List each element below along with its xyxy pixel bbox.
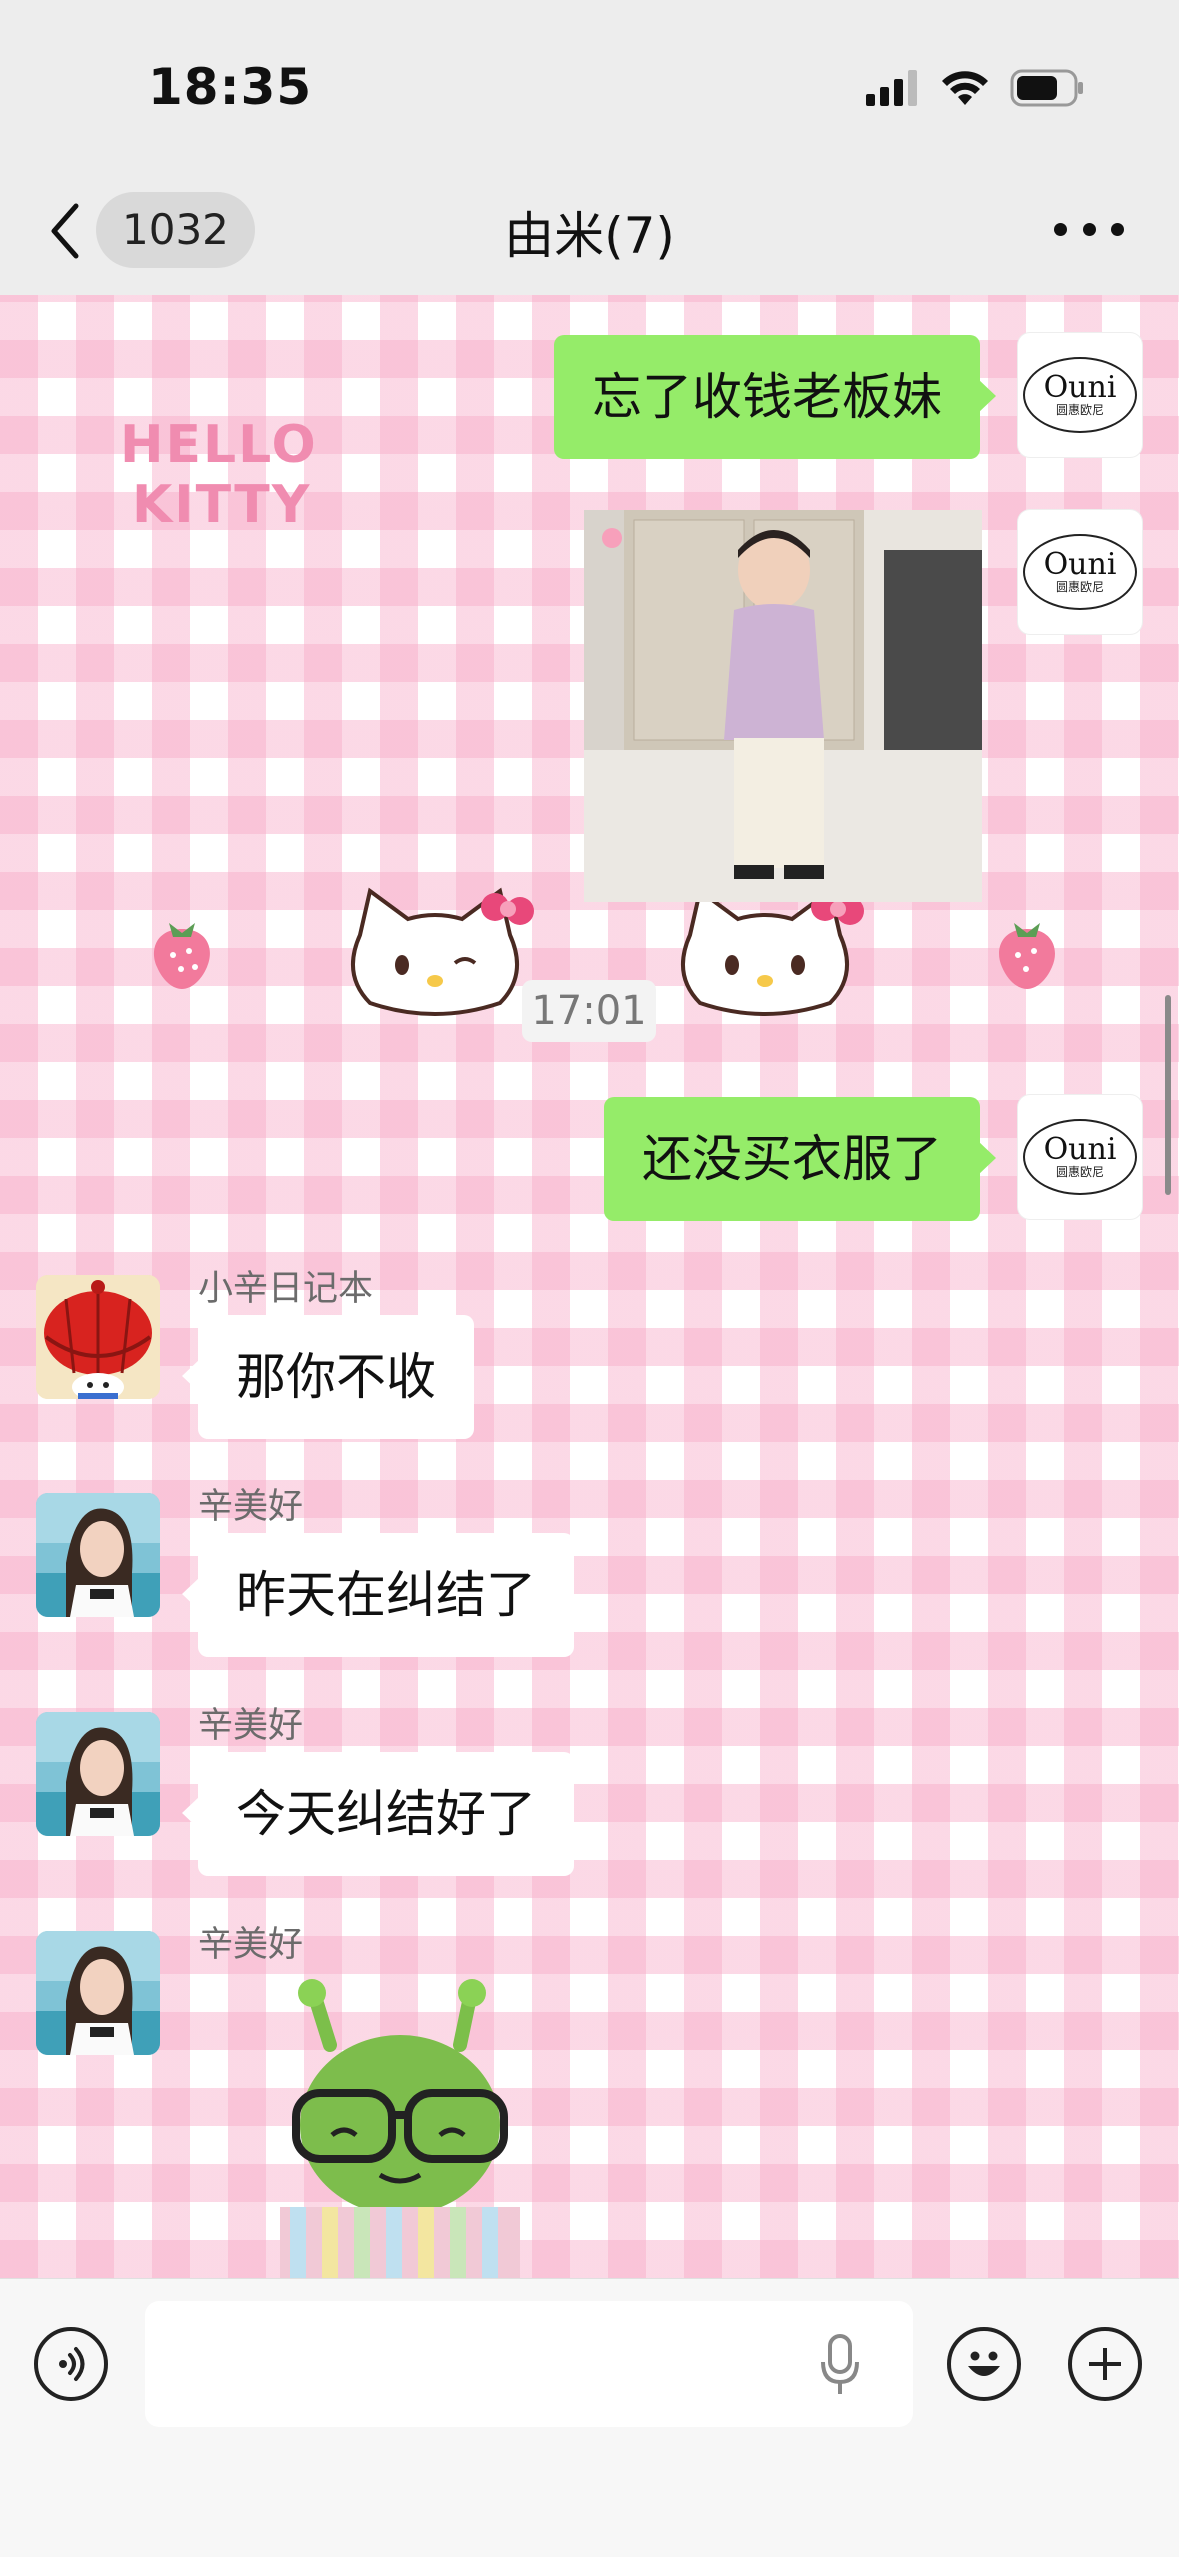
sender-name: 辛美好 — [198, 1487, 304, 1527]
signal-icon — [866, 70, 917, 106]
kitty-face-decoration — [681, 887, 864, 1016]
voice-toggle-icon[interactable] — [34, 2327, 108, 2401]
chat-timestamp: 17:01 — [522, 980, 656, 1042]
message-input[interactable] — [145, 2301, 913, 2427]
sender-name: 小辛日记本 — [198, 1269, 374, 1309]
message-bubble-self[interactable]: 还没买衣服了 — [604, 1097, 996, 1221]
message-bubble-other[interactable]: 今天纠结好了 — [182, 1752, 574, 1876]
avatar-xiaoxin[interactable] — [36, 1275, 160, 1399]
sender-name: 辛美好 — [198, 1706, 304, 1746]
kitty-face-decoration — [351, 887, 534, 1016]
battery-icon — [1010, 69, 1083, 107]
hello-kitty-wallpaper-label: HELLO KITTY — [120, 415, 318, 535]
more-options-icon[interactable] — [1054, 204, 1124, 254]
chat-area[interactable]: HELLO KITTY 忘了收钱老板妹 Ouni 圆惠欧尼 Ouni 圆惠欧尼 … — [0, 295, 1179, 2278]
chat-header: 1032 由米(7) — [0, 170, 1179, 296]
wifi-icon — [942, 71, 988, 105]
strawberry-icon — [154, 923, 210, 989]
message-bubble-other[interactable]: 昨天在纠结了 — [182, 1533, 574, 1657]
message-bubble-self[interactable]: 忘了收钱老板妹 — [554, 335, 996, 459]
avatar-self[interactable]: Ouni 圆惠欧尼 — [1018, 333, 1142, 457]
caterpillar-sticker[interactable] — [280, 1975, 520, 2278]
status-icons — [866, 62, 1084, 114]
scrollbar[interactable] — [1165, 995, 1171, 1195]
input-bar — [0, 2278, 1179, 2557]
avatar-xinmeihao[interactable] — [36, 1493, 160, 1617]
avatar-self[interactable]: Ouni 圆惠欧尼 — [1018, 1095, 1142, 1219]
sender-name: 辛美好 — [198, 1925, 304, 1965]
child-photo — [584, 510, 982, 902]
status-bar: 18:35 — [0, 0, 1179, 170]
emoji-icon[interactable] — [947, 2327, 1021, 2401]
message-image[interactable] — [584, 510, 982, 902]
status-time: 18:35 — [148, 58, 313, 116]
plus-icon[interactable] — [1068, 2327, 1142, 2401]
avatar-xinmeihao[interactable] — [36, 1712, 160, 1836]
strawberry-icon — [999, 923, 1055, 989]
avatar-self[interactable]: Ouni 圆惠欧尼 — [1018, 510, 1142, 634]
message-bubble-other[interactable]: 那你不收 — [182, 1315, 474, 1439]
microphone-icon[interactable] — [820, 2334, 860, 2396]
avatar-xinmeihao[interactable] — [36, 1931, 160, 2055]
chat-title: 由米(7) — [504, 207, 675, 265]
